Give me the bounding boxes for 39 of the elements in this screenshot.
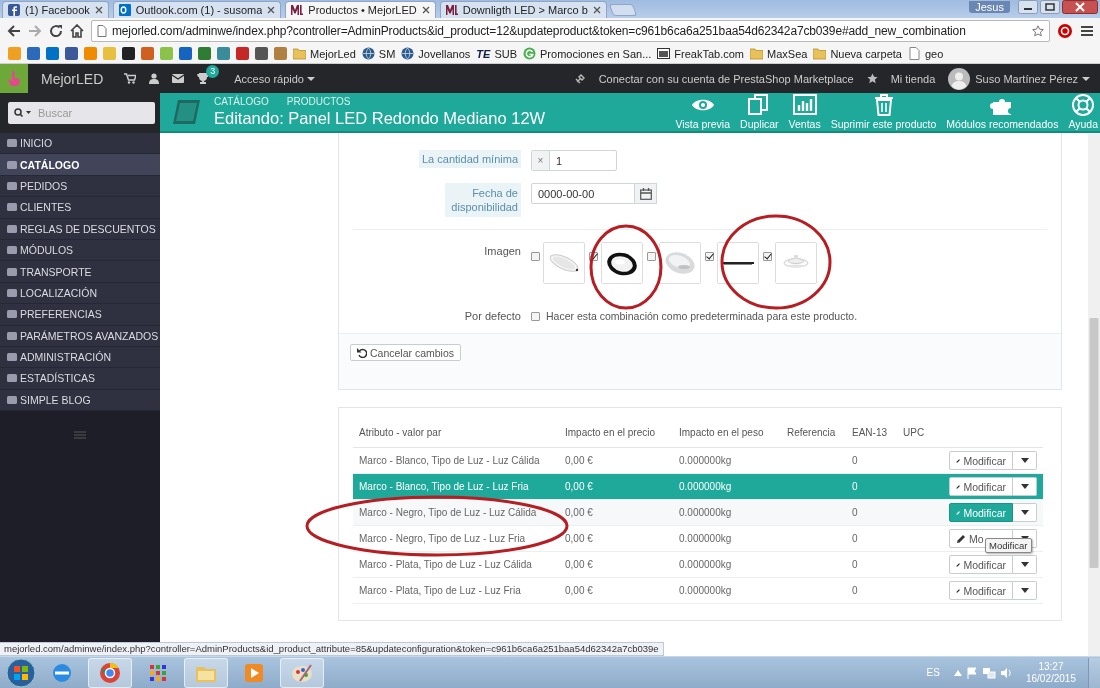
table-cell: Marco - Plata, Tipo de Luz - Luz Cálida: [359, 559, 532, 570]
table-cell: 0,00 €: [565, 455, 593, 466]
table-cell: 0.000000kg: [679, 507, 732, 518]
field-label: Fecha de disponibilidad: [445, 183, 521, 217]
table-cell: 0,00 €: [565, 481, 593, 492]
column-header: Impacto en el precio: [559, 425, 673, 448]
table-cell: 0.000000kg: [679, 585, 732, 596]
table-cell: 0.000000kg: [679, 455, 732, 466]
checkbox-label: Hacer esta combinación como predeterminada para este producto.: [546, 310, 858, 322]
notification-badge: 3: [206, 65, 220, 78]
table-cell: 0: [852, 559, 858, 570]
column-header: EAN-13: [846, 425, 897, 448]
status-url: mejorled.com/adminwe/index.php?controller=AdminProducts&id_product_attribute=85&updateconfiguration&token=c961b6ca6a251baa54d62342a7cb039e: [0, 642, 664, 656]
table-cell: Marco - Negro, Tipo de Luz - Luz Cálida: [359, 507, 537, 518]
table-cell: 0: [852, 455, 858, 466]
field-label: Por defecto: [464, 310, 521, 322]
table-cell: Marco - Negro, Tipo de Luz - Luz Fria: [359, 533, 526, 544]
table-cell: 0: [852, 585, 858, 596]
column-header: Atributo - valor par: [353, 425, 559, 448]
table-cell: 0.000000kg: [679, 533, 732, 544]
table-cell: 0,00 €: [565, 507, 593, 518]
table-cell: Marco - Plata, Tipo de Luz - Luz Fria: [359, 585, 521, 596]
table-cell: Marco - Blanco, Tipo de Luz - Luz Cálida: [359, 455, 540, 466]
table-cell: 0: [852, 533, 858, 544]
field-label: La cantidad mínima: [419, 150, 521, 168]
table-cell: Marco - Blanco, Tipo de Luz - Luz Fria: [359, 481, 529, 492]
column-header: Referencia: [781, 425, 846, 448]
page-title: Editando: Panel LED Redondo Mediano 12W: [214, 109, 546, 128]
table-cell: 0: [852, 507, 858, 518]
table-cell: 0,00 €: [565, 559, 593, 570]
column-header: UPC: [897, 425, 934, 448]
table-cell: 0.000000kg: [679, 559, 732, 570]
table-cell: 0,00 €: [565, 533, 593, 544]
table-cell: 0.000000kg: [679, 481, 732, 492]
column-header: Impacto en el peso: [673, 425, 781, 448]
tooltip: Modificar: [985, 538, 1032, 553]
field-label: Imagen: [484, 244, 521, 257]
table-cell: 0: [852, 481, 858, 492]
table-cell: 0,00 €: [565, 585, 593, 596]
